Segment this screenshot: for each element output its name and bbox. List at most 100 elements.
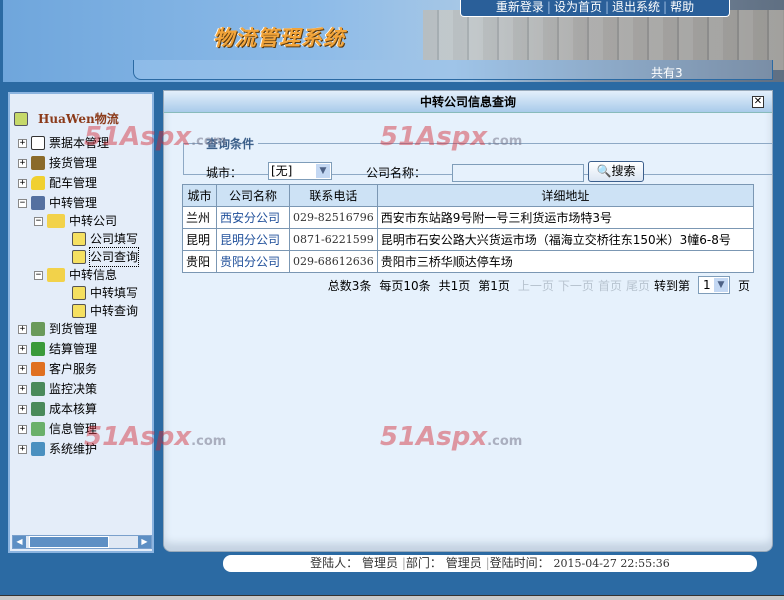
logout-link[interactable]: 退出系统 (609, 0, 663, 14)
expand-icon[interactable]: + (18, 344, 27, 354)
user-value: 管理员 (362, 556, 399, 570)
tree-item-monitor[interactable]: + 监控决策 (18, 380, 97, 398)
tree-item-arrival[interactable]: + 到货管理 (18, 320, 97, 338)
next-page-link[interactable]: 下一页 (558, 277, 594, 294)
tree-item-transfer-company[interactable]: − 中转公司 (34, 212, 117, 230)
cell-address: 昆明市石安公路大兴货运市场（福海立交桥往东150米）3幢6-8号 (376, 228, 755, 251)
tree-item-company-query[interactable]: 公司查询 (72, 247, 140, 267)
query-dialog: 中转公司信息查询 ✕ 查询条件 城市： [无] ▼ 公司名称： 🔍搜索 城市 公司… (163, 90, 773, 552)
prev-page-link[interactable]: 上一页 (518, 277, 554, 294)
col-company: 公司名称 (216, 184, 290, 207)
person-icon (31, 322, 45, 336)
expand-icon[interactable]: + (18, 364, 27, 374)
sidebar-tree: HuaWen物流 + 票据本管理 + 接货管理 + 配车管理 − 中转管理 − 中转公司 … (8, 92, 154, 553)
tree-item-transfer-fill[interactable]: 中转填写 (72, 284, 138, 302)
cell-phone: 0871-6221599 (289, 228, 378, 251)
folder-icon (14, 112, 28, 126)
scroll-left-icon[interactable]: ◀ (13, 536, 26, 548)
dept-value: 管理员 (445, 556, 482, 570)
col-phone: 联系电话 (289, 184, 378, 207)
first-page-link[interactable]: 首页 (598, 277, 622, 294)
horizontal-scrollbar[interactable]: ◀ ▶ (12, 535, 152, 549)
tree-item-info[interactable]: + 信息管理 (18, 420, 97, 438)
expand-icon[interactable]: + (18, 404, 27, 414)
current-page: 第1页 (478, 278, 510, 293)
cell-city: 兰州 (182, 206, 217, 229)
expand-icon[interactable]: + (18, 424, 27, 434)
page-select[interactable]: 1 ▼ (697, 276, 730, 294)
user-label: 登陆人： (310, 556, 359, 570)
collapse-icon[interactable]: − (18, 198, 27, 208)
chevron-down-icon: ▼ (713, 278, 728, 292)
table-header-row: 城市 公司名称 联系电话 详细地址 (182, 184, 755, 207)
tree-root[interactable]: HuaWen物流 (14, 110, 119, 128)
expand-icon[interactable]: + (18, 158, 27, 168)
goto-label: 转到第 (653, 278, 690, 293)
query-legend: 查询条件 (206, 137, 255, 151)
search-button[interactable]: 🔍搜索 (588, 161, 644, 182)
company-name-input[interactable] (452, 164, 584, 182)
app-title: 物流管理系统 (213, 26, 345, 50)
company-link[interactable]: 昆明分公司 (216, 228, 290, 251)
expand-icon[interactable]: + (18, 138, 27, 148)
top-menu: 重新登录 | 设为首页 | 退出系统 | 帮助 (460, 0, 730, 17)
tree-item-ticket[interactable]: + 票据本管理 (18, 134, 109, 152)
city-select[interactable]: [无] ▼ (268, 162, 332, 180)
col-city: 城市 (182, 184, 217, 207)
expand-icon[interactable]: + (18, 384, 27, 394)
chevron-down-icon: ▼ (316, 164, 330, 178)
tree-item-receive[interactable]: + 接货管理 (18, 154, 97, 172)
expand-icon[interactable]: + (18, 324, 27, 334)
collapse-icon[interactable]: − (34, 216, 43, 226)
page-count: 共1页 (438, 278, 471, 293)
header-banner: 物流管理系统 共有3 重新登录 | 设为首页 | 退出系统 | 帮助 (0, 0, 784, 82)
total-count: 总数3条 (327, 278, 372, 293)
company-name-label: 公司名称： (366, 166, 427, 180)
users-icon (31, 382, 45, 396)
truck-icon (31, 176, 45, 190)
tree-item-settlement[interactable]: + 结算管理 (18, 340, 97, 358)
tree-item-company-fill[interactable]: 公司填写 (72, 230, 138, 248)
set-homepage-link[interactable]: 设为首页 (551, 0, 605, 14)
tree-item-vehicle[interactable]: + 配车管理 (18, 174, 97, 192)
computer-icon (31, 196, 45, 210)
page-suffix: 页 (737, 278, 750, 293)
close-icon[interactable]: ✕ (752, 96, 764, 108)
book-icon (31, 342, 45, 356)
company-link[interactable]: 西安分公司 (216, 206, 290, 229)
expand-icon[interactable]: + (18, 444, 27, 454)
login-time: 2015-04-27 22:55:36 (553, 557, 670, 570)
tree-item-transfer[interactable]: − 中转管理 (18, 194, 97, 212)
note-icon (72, 250, 86, 264)
help-link[interactable]: 帮助 (667, 0, 697, 14)
tree-item-transfer-info[interactable]: − 中转信息 (34, 266, 117, 284)
status-footer: 登陆人： 管理员 |部门： 管理员 |登陆时间： 2015-04-27 22:5… (223, 555, 757, 572)
users-icon (31, 402, 45, 416)
company-table: 城市 公司名称 联系电话 详细地址 兰州 西安分公司 029-82516796 西安市… (182, 184, 755, 273)
expand-icon[interactable]: + (18, 178, 27, 188)
table-row: 贵阳 贵阳分公司 029-68612636 贵阳市三桥华顺达停车场 (182, 250, 755, 273)
scroll-thumb[interactable] (29, 536, 109, 548)
relogin-link[interactable]: 重新登录 (493, 0, 547, 14)
table-row: 兰州 西安分公司 029-82516796 西安市东站路9号附一号三利货运市场特3号 (182, 206, 755, 229)
tree-item-cost[interactable]: + 成本核算 (18, 400, 97, 418)
dept-label: 部门： (405, 556, 442, 570)
dialog-title: 中转公司信息查询 (164, 91, 772, 113)
collapse-icon[interactable]: − (34, 270, 43, 280)
col-address: 详细地址 (376, 184, 755, 207)
tree-item-customer[interactable]: + 客户服务 (18, 360, 97, 378)
city-label: 城市： (206, 166, 243, 180)
last-page-link[interactable]: 尾页 (626, 277, 650, 294)
tree-item-system[interactable]: + 系统维护 (18, 440, 97, 458)
scroll-right-icon[interactable]: ▶ (138, 536, 151, 548)
page-size: 每页10条 (379, 278, 431, 293)
tree-item-transfer-query[interactable]: 中转查询 (72, 302, 138, 320)
group-icon (31, 422, 45, 436)
table-row: 昆明 昆明分公司 0871-6221599 昆明市石安公路大兴货运市场（福海立交桥往东… (182, 228, 755, 251)
note-icon (72, 232, 86, 246)
note-icon (72, 286, 86, 300)
open-folder-icon (47, 268, 65, 282)
pager: 总数3条 每页10条 共1页 第1页 上一页 下一页 首页 尾页 转到第 1 ▼ … (328, 276, 750, 294)
company-link[interactable]: 贵阳分公司 (216, 250, 290, 273)
query-conditions: 查询条件 城市： [无] ▼ 公司名称： 🔍搜索 (183, 135, 773, 182)
